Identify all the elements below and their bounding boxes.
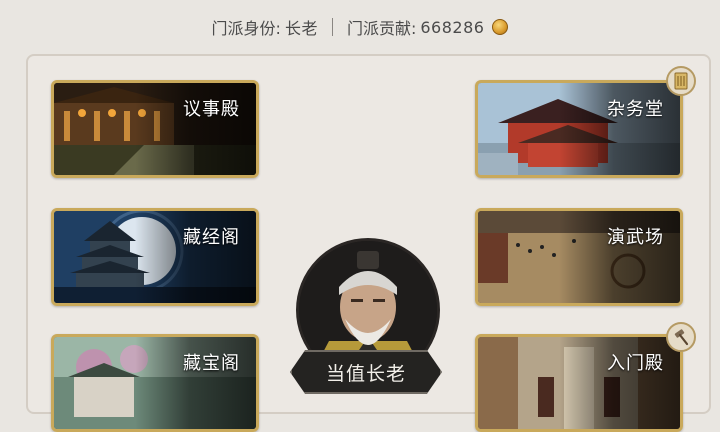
hammer-icon[interactable] <box>666 322 696 352</box>
hall-card-yanwu[interactable]: 演武场 <box>475 208 683 306</box>
sect-status-bar: 门派身份: 长老 门派贡献: 668286 <box>0 0 720 54</box>
elder-on-duty-label: 当值长老 <box>325 362 406 385</box>
hall-label-yanwu: 演武场 <box>607 227 664 248</box>
status-divider <box>331 18 333 36</box>
identity-label: 门派身份: <box>211 19 281 38</box>
hall-card-yishi[interactable]: 议事殿 <box>51 80 259 178</box>
contribution-value: 668286 <box>420 17 485 37</box>
identity-value: 长老 <box>284 19 318 38</box>
hall-label-cangjing: 藏经阁 <box>183 227 240 248</box>
hall-label-yishi: 议事殿 <box>183 99 240 120</box>
hall-card-cangjing[interactable]: 藏经阁 <box>51 208 259 306</box>
scroll-icon[interactable] <box>666 66 696 96</box>
contribution-label: 门派贡献: <box>346 19 417 38</box>
hall-label-rumen: 入门殿 <box>607 353 664 374</box>
hall-label-zawu: 杂务堂 <box>607 99 664 120</box>
hall-card-zawu[interactable]: 杂务堂 <box>475 80 683 178</box>
elder-on-duty-button[interactable]: 当值长老 <box>290 350 442 394</box>
hall-label-cangbao: 藏宝阁 <box>183 353 240 374</box>
gold-coin-icon <box>492 19 509 35</box>
hall-card-rumen[interactable]: 入门殿 <box>475 334 683 432</box>
hall-card-cangbao[interactable]: 藏宝阁 <box>51 334 259 432</box>
